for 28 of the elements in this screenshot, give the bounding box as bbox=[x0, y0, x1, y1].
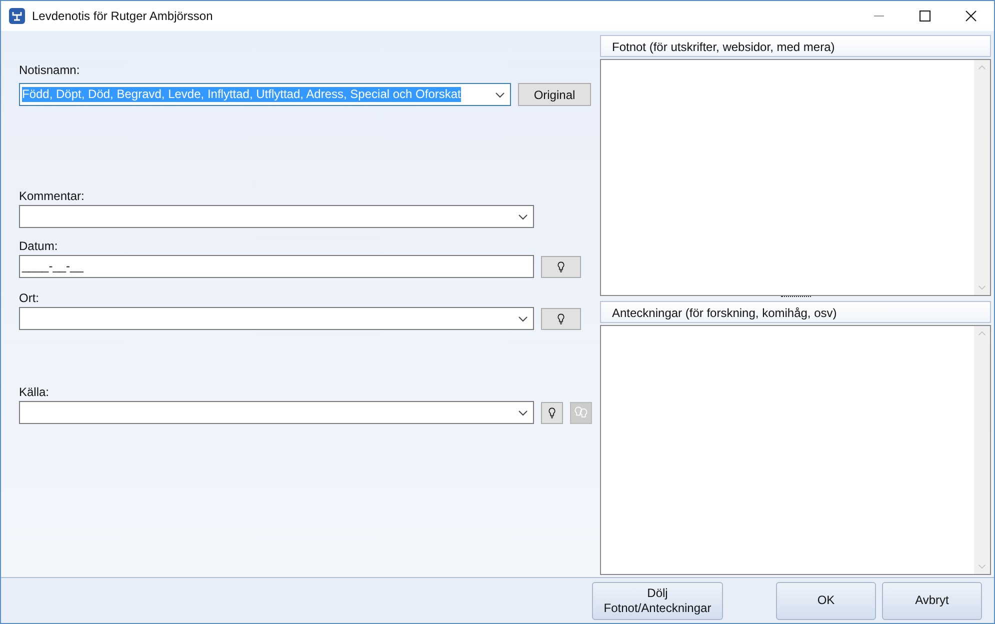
panel-header: Anteckningar (för forskning, komihåg, osv) bbox=[600, 301, 991, 323]
dropdown-chevron-icon[interactable] bbox=[518, 410, 528, 416]
dropdown-chevron-icon[interactable] bbox=[495, 92, 505, 98]
field-label: Datum: bbox=[19, 239, 59, 254]
input-field[interactable]: ____-__-__ bbox=[19, 255, 534, 278]
app-icon bbox=[9, 8, 25, 24]
panel-header: Fotnot (för utskrifter, websidor, med mera) bbox=[600, 35, 991, 57]
field-label: Ort: bbox=[19, 291, 40, 306]
lightbulbs-icon bbox=[574, 406, 588, 419]
lightbulb-icon bbox=[548, 406, 556, 418]
field-label: Notisnamn: bbox=[19, 63, 81, 78]
lightbulb-button[interactable] bbox=[541, 402, 563, 424]
dropdown-chevron-icon[interactable] bbox=[518, 316, 528, 322]
field-value: ____-__-__ bbox=[22, 259, 84, 274]
combo-box[interactable] bbox=[19, 401, 534, 424]
field-label: Kommentar: bbox=[19, 189, 86, 204]
footer-button[interactable]: Dölj Fotnot/Anteckningar bbox=[592, 582, 723, 620]
lightbulb-icon bbox=[557, 260, 565, 272]
combo-box[interactable] bbox=[19, 307, 534, 330]
footer-button[interactable]: OK bbox=[776, 582, 876, 620]
original-button[interactable]: Original bbox=[518, 83, 591, 106]
field-value: Född, Döpt, Död, Begravd, Levde, Inflyttad, Utflyttad, Adress, Special och Oforskat bbox=[22, 87, 461, 102]
dropdown-chevron-icon[interactable] bbox=[518, 214, 528, 220]
combo-box[interactable] bbox=[19, 205, 534, 228]
field-label: Källa: bbox=[19, 385, 50, 400]
footer-button[interactable]: Avbryt bbox=[882, 582, 982, 620]
lightbulb-icon bbox=[557, 312, 565, 324]
window-title: Levdenotis för Rutger Ambjörsson bbox=[32, 9, 214, 23]
